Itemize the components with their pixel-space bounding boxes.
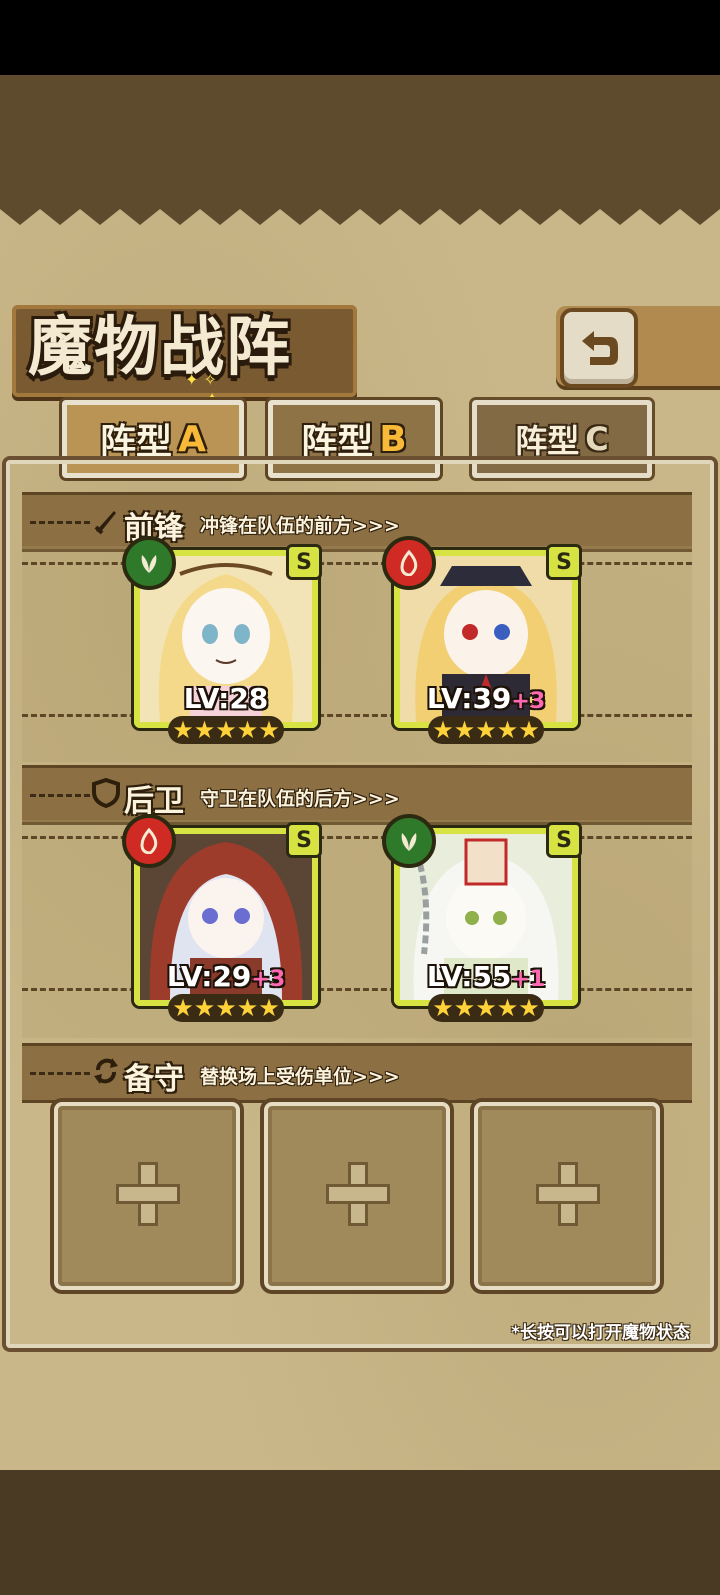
sword-icon: [94, 511, 116, 535]
star-rating: ★★★★★: [428, 994, 544, 1022]
plus-icon: [536, 1162, 600, 1226]
divider: [30, 1072, 90, 1075]
section-label: 备守: [124, 1062, 184, 1097]
rank-badge: S: [546, 544, 582, 580]
level-value: LV:29: [166, 960, 252, 993]
level-plus: +1: [511, 967, 546, 992]
level-plus: +3: [511, 689, 546, 714]
shield-icon: [92, 778, 120, 808]
rank-badge: S: [286, 822, 322, 858]
monster-card[interactable]: S LV:55+1 ★★★★★: [382, 814, 582, 1022]
plus-icon: [116, 1162, 180, 1226]
section-label: 后卫: [124, 784, 184, 819]
reserve-slot-1[interactable]: [54, 1102, 240, 1290]
monster-card[interactable]: S LV:28 ★★★★★: [122, 536, 322, 744]
tab-label: 阵型: [515, 422, 580, 460]
tab-letter: B: [379, 418, 407, 460]
tab-label: 阵型: [100, 422, 173, 463]
reserve-slot-3[interactable]: [474, 1102, 660, 1290]
divider: [22, 714, 692, 717]
level-label: LV:28: [134, 682, 318, 715]
return-arrow-icon: [582, 331, 618, 365]
swap-icon: [94, 1058, 118, 1084]
tab-letter: C: [585, 420, 609, 458]
level-label: LV:39+3: [394, 682, 578, 715]
fire-element-icon: [382, 536, 436, 590]
tab-letter: A: [178, 418, 206, 460]
divider: [30, 521, 90, 524]
level-value: LV:39: [426, 682, 512, 715]
level-label: LV:55+1: [394, 960, 578, 993]
monster-card[interactable]: S LV:29+3 ★★★★★: [122, 814, 322, 1022]
level-value: LV:28: [183, 682, 269, 715]
front-row: [22, 546, 692, 762]
rank-badge: S: [546, 822, 582, 858]
long-press-hint: *长按可以打开魔物状态: [511, 1323, 690, 1343]
grass-element-icon: [382, 814, 436, 868]
top-map-band: [0, 75, 720, 195]
level-plus: +3: [251, 967, 286, 992]
plus-icon: [326, 1162, 390, 1226]
fire-element-icon: [122, 814, 176, 868]
rear-row: [22, 820, 692, 1038]
star-rating: ★★★★★: [168, 994, 284, 1022]
section-description: 守卫在队伍的后方>>>: [200, 788, 400, 810]
section-description: 冲锋在队伍的前方>>>: [200, 515, 400, 537]
rank-badge: S: [286, 544, 322, 580]
monster-card[interactable]: S LV:39+3 ★★★★★: [382, 536, 582, 744]
tab-label: 阵型: [301, 422, 374, 463]
divider: [22, 988, 692, 991]
reserve-slot-2[interactable]: [264, 1102, 450, 1290]
rear-section-header: 后卫 守卫在队伍的后方>>>: [22, 765, 692, 825]
grass-element-icon: [122, 536, 176, 590]
star-rating: ★★★★★: [168, 716, 284, 744]
star-rating: ★★★★★: [428, 716, 544, 744]
level-label: LV:29+3: [134, 960, 318, 993]
back-button[interactable]: [560, 308, 638, 388]
divider: [30, 794, 90, 797]
front-section-header: 前锋 冲锋在队伍的前方>>>: [22, 492, 692, 552]
bottom-map-band: [0, 1470, 720, 1595]
level-value: LV:55: [426, 960, 512, 993]
section-description: 替换场上受伤单位>>>: [200, 1066, 400, 1088]
zigzag-top: [0, 195, 720, 225]
reserve-section-header: 备守 替换场上受伤单位>>>: [22, 1043, 692, 1103]
